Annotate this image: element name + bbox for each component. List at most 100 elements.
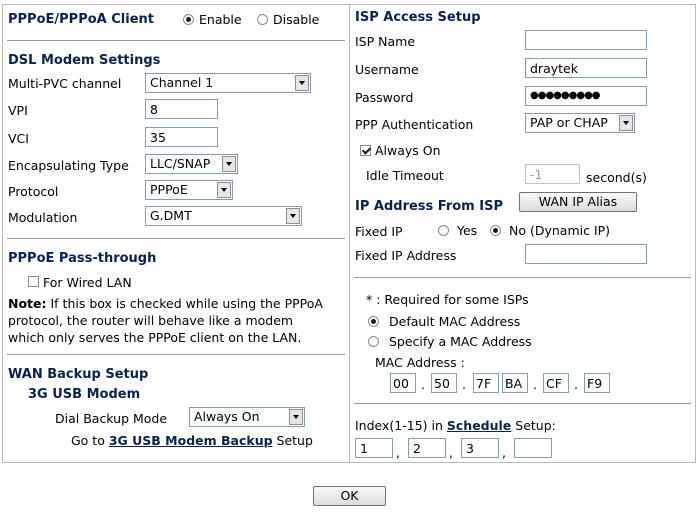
mac-octet-4[interactable] xyxy=(502,373,528,393)
encap-label: Encapsulating Type xyxy=(8,158,129,173)
schedule-index-4[interactable] xyxy=(514,438,552,458)
pppoe-client-title: PPPoE/PPPoA Client xyxy=(8,12,154,27)
goto-suffix: Setup xyxy=(272,433,313,448)
dsl-settings-title: DSL Modem Settings xyxy=(8,53,161,68)
schedule-text: Index(1-15) in Schedule Setup: xyxy=(355,418,556,433)
password-input[interactable]: ●●●●●●●●● xyxy=(525,86,647,106)
schedule-index-1[interactable] xyxy=(355,438,393,458)
chevron-down-icon xyxy=(222,156,236,172)
password-label: Password xyxy=(355,90,414,105)
idle-timeout-label: Idle Timeout xyxy=(366,168,444,183)
multi-pvc-select[interactable]: Channel 1 xyxy=(145,73,311,93)
isp-name-input[interactable] xyxy=(525,30,647,50)
specify-mac-label: Specify a MAC Address xyxy=(389,334,532,349)
ok-button[interactable]: OK xyxy=(313,486,386,506)
modulation-label: Modulation xyxy=(8,210,78,225)
fixed-ip-no-radio[interactable] xyxy=(490,225,501,236)
fixed-ip-yes-radio[interactable] xyxy=(438,225,449,236)
multi-pvc-label: Multi-PVC channel xyxy=(8,76,122,91)
fixed-ip-label: Fixed IP xyxy=(355,224,403,239)
fixed-ip-address-label: Fixed IP Address xyxy=(355,248,457,263)
mac-address-label: MAC Address : xyxy=(375,355,465,370)
schedule-prefix: Index(1-15) in xyxy=(355,418,447,433)
wired-lan-label: For Wired LAN xyxy=(43,275,132,290)
enable-label: Enable xyxy=(199,12,242,27)
disable-radio[interactable] xyxy=(257,14,268,25)
vci-input[interactable] xyxy=(145,127,218,147)
idle-unit: second(s) xyxy=(586,170,647,185)
passthrough-note: Note: If this box is checked while using… xyxy=(8,295,323,346)
goto-prefix: Go to xyxy=(71,433,109,448)
chevron-down-icon xyxy=(286,208,300,224)
schedule-index-2[interactable] xyxy=(408,438,446,458)
specify-mac-radio[interactable] xyxy=(368,336,379,347)
encap-select[interactable]: LLC/SNAP xyxy=(145,154,238,174)
schedule-suffix: Setup: xyxy=(511,418,556,433)
mac-octet-2[interactable] xyxy=(431,373,457,393)
divider xyxy=(7,354,345,355)
schedule-comma: , xyxy=(449,445,453,460)
ppp-auth-value: PAP or CHAP xyxy=(530,115,608,130)
disable-label: Disable xyxy=(273,12,320,27)
chevron-down-icon xyxy=(295,75,309,91)
modulation-select[interactable]: G.DMT xyxy=(145,206,302,226)
username-label: Username xyxy=(355,62,419,77)
isp-name-label: ISP Name xyxy=(355,34,416,49)
default-mac-radio[interactable] xyxy=(368,316,379,327)
ip-address-title: IP Address From ISP xyxy=(355,199,503,214)
chevron-down-icon xyxy=(289,409,303,425)
protocol-select[interactable]: PPPoE xyxy=(145,180,233,200)
ppp-auth-label: PPP Authentication xyxy=(355,117,474,132)
chevron-down-icon xyxy=(217,182,231,198)
schedule-comma: , xyxy=(502,445,506,460)
enable-radio[interactable] xyxy=(183,14,194,25)
multi-pvc-value: Channel 1 xyxy=(150,75,214,90)
dial-backup-label: Dial Backup Mode xyxy=(55,411,168,426)
right-panel: ISP Access Setup ISP Name Username Passw… xyxy=(349,4,696,463)
left-panel: PPPoE/PPPoA Client Enable Disable DSL Mo… xyxy=(2,4,350,463)
schedule-link[interactable]: Schedule xyxy=(447,418,511,433)
dial-backup-select[interactable]: Always On xyxy=(189,407,305,427)
divider xyxy=(354,403,691,404)
divider xyxy=(354,277,691,278)
encap-value: LLC/SNAP xyxy=(150,156,211,171)
schedule-comma: , xyxy=(396,445,400,460)
protocol-value: PPPoE xyxy=(150,182,188,197)
fixed-ip-address-input[interactable] xyxy=(525,244,647,264)
note-line2: protocol, the router will behave like a … xyxy=(8,313,294,328)
wan-ip-alias-button[interactable]: WAN IP Alias xyxy=(519,192,637,212)
modulation-value: G.DMT xyxy=(150,208,192,223)
ppp-auth-select[interactable]: PAP or CHAP xyxy=(525,113,635,133)
schedule-index-3[interactable] xyxy=(461,438,499,458)
fixed-ip-yes-label: Yes xyxy=(457,223,478,238)
wired-lan-checkbox[interactable] xyxy=(28,276,39,287)
mac-dot: . xyxy=(533,377,537,392)
vpi-input[interactable] xyxy=(145,99,218,119)
passthrough-title: PPPoE Pass-through xyxy=(8,251,157,266)
idle-timeout-input[interactable] xyxy=(525,164,580,184)
mac-octet-3[interactable] xyxy=(473,373,499,393)
protocol-label: Protocol xyxy=(8,184,59,199)
mac-octet-1[interactable] xyxy=(390,373,416,393)
required-note: * : Required for some ISPs xyxy=(366,292,529,307)
mac-octet-6[interactable] xyxy=(584,373,610,393)
mac-dot: . xyxy=(574,377,578,392)
divider xyxy=(7,40,345,41)
mac-dot: . xyxy=(462,377,466,392)
divider xyxy=(7,238,345,239)
always-on-checkbox[interactable] xyxy=(360,145,371,156)
chevron-down-icon xyxy=(619,115,633,131)
vpi-label: VPI xyxy=(8,103,28,118)
note-bold: Note: xyxy=(8,296,47,311)
mac-octet-5[interactable] xyxy=(543,373,569,393)
vci-label: VCI xyxy=(8,131,29,146)
fixed-ip-no-label: No (Dynamic IP) xyxy=(509,223,611,238)
isp-access-title: ISP Access Setup xyxy=(355,10,481,25)
usb-modem-backup-link[interactable]: 3G USB Modem Backup xyxy=(109,433,273,448)
always-on-label: Always On xyxy=(375,143,441,158)
dial-backup-value: Always On xyxy=(194,409,260,424)
username-input[interactable] xyxy=(525,58,647,78)
goto-text: Go to 3G USB Modem Backup Setup xyxy=(71,433,313,448)
usb-modem-title: 3G USB Modem xyxy=(28,387,141,402)
note-line3: which only serves the PPPoE client on th… xyxy=(8,330,302,345)
